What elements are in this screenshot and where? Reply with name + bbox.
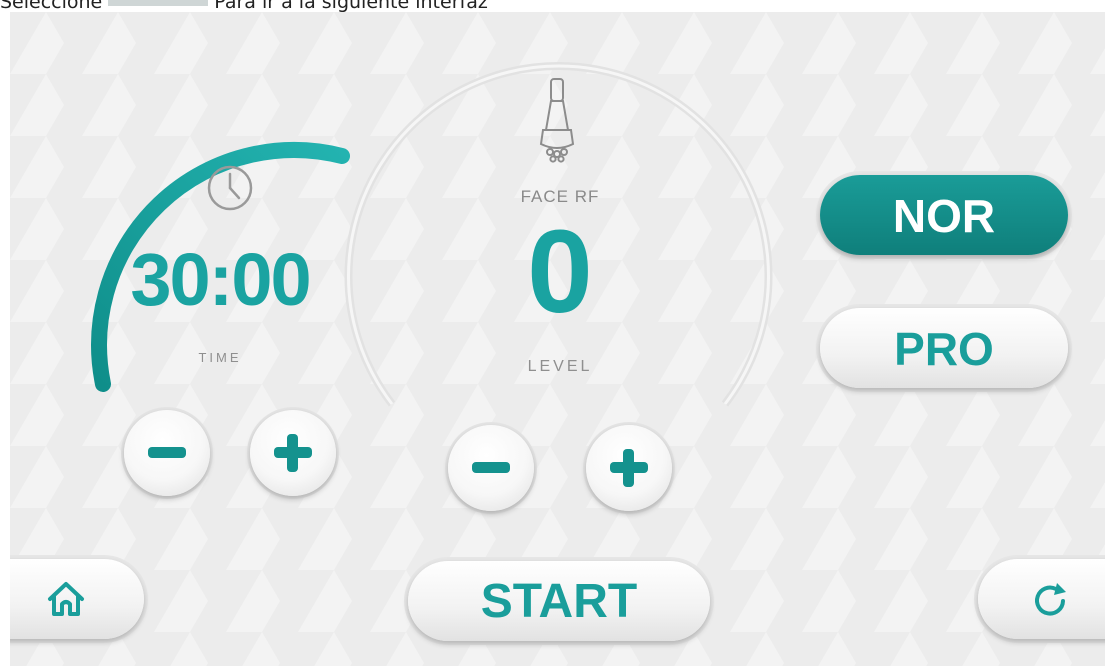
level-decrease-button[interactable] [448, 425, 534, 511]
screen: Seleccione Para ir a la siguiente interfa… [0, 0, 1105, 666]
start-label: START [480, 575, 638, 628]
refresh-icon [1035, 583, 1066, 616]
handpiece-name: FACE RF [520, 187, 600, 206]
home-icon [48, 582, 84, 616]
level-value: 0 [527, 206, 593, 338]
timer-increase-button[interactable] [250, 410, 336, 496]
mode-nor-button[interactable]: NOR [820, 175, 1068, 255]
reset-button[interactable] [978, 559, 1105, 639]
mode-nor-label: NOR [892, 190, 996, 242]
minus-icon [148, 447, 186, 458]
caption-button-image [108, 0, 209, 6]
timer-value: 30:00 [130, 238, 311, 321]
caption-prefix: Seleccione [0, 0, 103, 12]
home-button[interactable] [10, 559, 144, 639]
mode-pro-label: PRO [894, 323, 994, 375]
level-increase-button[interactable] [586, 425, 672, 511]
control-panel: 30:00 TIME FACE RF 0 LEVEL NOR PRO START [10, 12, 1105, 666]
start-button[interactable]: START [408, 561, 710, 641]
caption-line: Seleccione Para ir a la siguiente interfa… [0, 0, 1105, 12]
level-label: LEVEL [527, 358, 593, 375]
minus-icon [472, 462, 510, 473]
timer-label: TIME [198, 350, 242, 365]
caption-suffix: Para ir a la siguiente interfaz [214, 0, 488, 12]
timer-decrease-button[interactable] [124, 410, 210, 496]
mode-pro-button[interactable]: PRO [820, 308, 1068, 388]
